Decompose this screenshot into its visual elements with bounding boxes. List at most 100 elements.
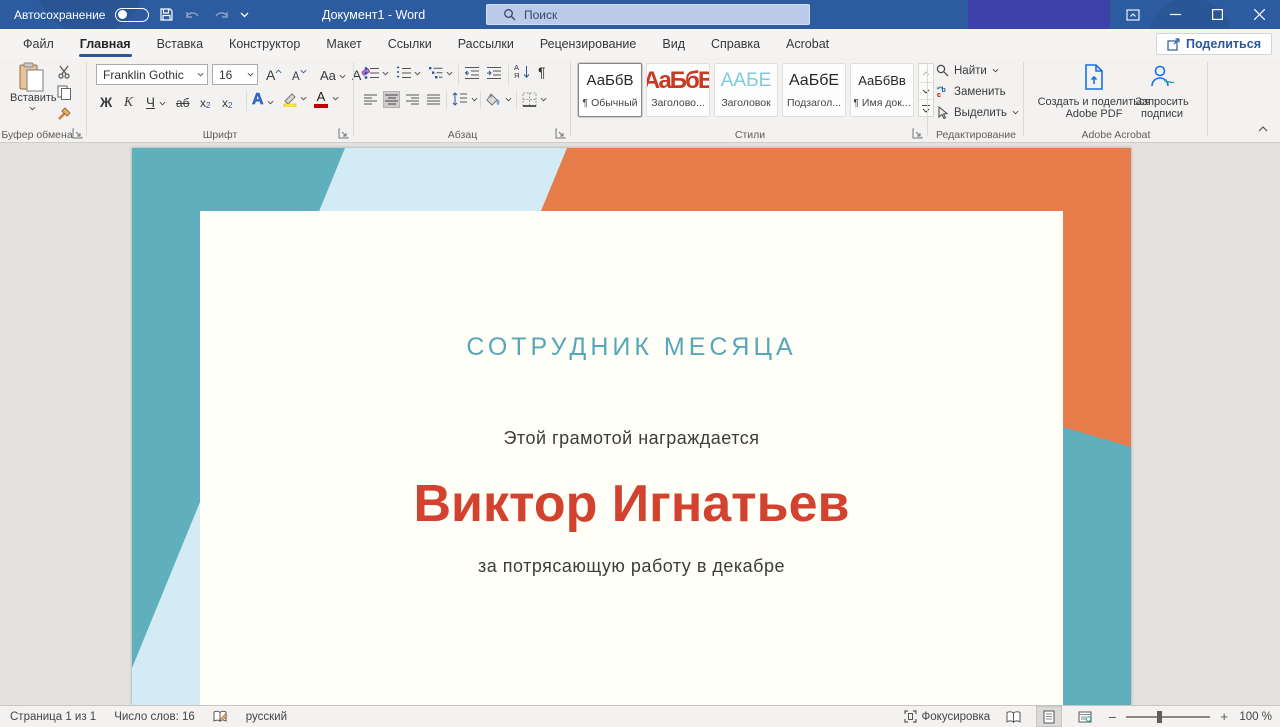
bullet-list-button[interactable] xyxy=(364,66,380,80)
format-painter-button[interactable] xyxy=(57,106,73,122)
autosave-toggle[interactable] xyxy=(115,8,149,22)
tab-acrobat[interactable]: Acrobat xyxy=(773,31,842,58)
grow-font-button[interactable]: A xyxy=(266,65,282,83)
zoom-slider[interactable] xyxy=(1126,716,1210,718)
customize-qat-icon[interactable] xyxy=(240,12,249,18)
title-bar: Автосохранение Документ1 - Word Поиск xyxy=(0,0,1280,29)
tab-home[interactable]: Главная xyxy=(67,31,144,58)
minimize-button[interactable] xyxy=(1154,0,1196,29)
superscript-button[interactable]: x2 xyxy=(222,92,232,110)
text-effects-button[interactable]: А xyxy=(252,91,274,109)
align-left-button[interactable] xyxy=(362,91,379,108)
search-icon xyxy=(936,64,949,77)
close-button[interactable] xyxy=(1238,0,1280,29)
tab-file[interactable]: Файл xyxy=(10,31,67,58)
certificate-recipient-name[interactable]: Виктор Игнатьев xyxy=(200,474,1063,534)
find-button[interactable]: Найти xyxy=(936,64,999,77)
zoom-out-button[interactable]: − xyxy=(1108,712,1116,722)
chevron-down-icon[interactable] xyxy=(300,96,307,101)
save-icon[interactable] xyxy=(159,7,174,22)
redo-icon[interactable] xyxy=(212,8,230,22)
search-input[interactable]: Поиск xyxy=(486,4,810,25)
align-right-button[interactable] xyxy=(404,91,421,108)
select-button[interactable]: Выделить xyxy=(936,106,1019,119)
page-indicator[interactable]: Страница 1 из 1 xyxy=(10,711,96,723)
cut-button[interactable] xyxy=(57,64,72,79)
shading-button[interactable] xyxy=(486,92,512,107)
tab-layout[interactable]: Макет xyxy=(313,31,374,58)
chevron-down-icon[interactable] xyxy=(382,71,389,76)
highlight-button[interactable] xyxy=(282,91,298,107)
certificate-reason-line[interactable]: за потрясающую работу в декабре xyxy=(200,556,1063,577)
web-layout-button[interactable] xyxy=(1072,706,1098,727)
style-normal[interactable]: АаБбВ ¶ Обычный xyxy=(578,63,642,117)
word-count[interactable]: Число слов: 16 xyxy=(114,711,195,723)
certificate-awarded-line[interactable]: Этой грамотой награждается xyxy=(200,428,1063,449)
group-label: Шрифт xyxy=(88,129,352,141)
replace-button[interactable]: bc Заменить xyxy=(936,85,1006,98)
tab-design[interactable]: Конструктор xyxy=(216,31,313,58)
style-heading1[interactable]: АаБбВ Заголово... xyxy=(646,63,710,117)
chevron-down-icon[interactable] xyxy=(332,96,339,101)
paragraph-dialog-launcher[interactable] xyxy=(555,128,566,139)
bold-button[interactable]: Ж xyxy=(100,92,112,110)
maximize-button[interactable] xyxy=(1196,0,1238,29)
read-mode-button[interactable] xyxy=(1000,706,1026,727)
show-marks-button[interactable]: ¶ xyxy=(538,64,546,80)
zoom-level[interactable]: 100 % xyxy=(1238,711,1272,723)
tab-mailings[interactable]: Рассылки xyxy=(445,31,527,58)
font-size-combo[interactable]: 16 xyxy=(212,64,258,85)
decrease-indent-button[interactable] xyxy=(464,66,480,80)
document-page[interactable]: СОТРУДНИК МЕСЯЦА Этой грамотой награждае… xyxy=(132,148,1131,705)
line-spacing-button[interactable] xyxy=(452,92,478,106)
increase-indent-button[interactable] xyxy=(486,66,502,80)
autosave-label: Автосохранение xyxy=(14,8,105,22)
collapse-ribbon-button[interactable] xyxy=(1258,126,1268,132)
zoom-in-button[interactable]: + xyxy=(1220,712,1228,722)
justify-button[interactable] xyxy=(425,91,442,108)
style-heading2[interactable]: ААБЕ Заголовок xyxy=(714,63,778,117)
tab-insert[interactable]: Вставка xyxy=(144,31,216,58)
language-indicator[interactable]: русский xyxy=(246,711,287,723)
subscript-button[interactable]: x2 xyxy=(200,92,210,110)
share-button[interactable]: Поделиться xyxy=(1156,33,1272,55)
multilevel-list-button[interactable] xyxy=(428,66,444,80)
tab-help[interactable]: Справка xyxy=(698,31,773,58)
highlighter-icon xyxy=(282,91,298,107)
certificate-title[interactable]: СОТРУДНИК МЕСЯЦА xyxy=(200,333,1063,362)
proofing-status-icon[interactable] xyxy=(213,710,228,723)
undo-icon[interactable] xyxy=(184,8,202,22)
ribbon-display-options-icon[interactable] xyxy=(1112,0,1154,29)
underline-button[interactable]: Ч xyxy=(146,92,166,110)
style-subtitle[interactable]: АаБбЕ Подзагол... xyxy=(782,63,846,117)
shrink-font-button[interactable]: A xyxy=(292,65,307,83)
strikethrough-button[interactable]: аб xyxy=(176,92,190,110)
font-dialog-launcher[interactable] xyxy=(338,128,349,139)
change-case-button[interactable]: Aa xyxy=(320,65,346,83)
font-name-combo[interactable]: Franklin Gothic xyxy=(96,64,208,85)
paste-button[interactable]: Вставить xyxy=(10,62,54,111)
document-area: СОТРУДНИК МЕСЯЦА Этой грамотой награждае… xyxy=(0,143,1280,705)
sort-button[interactable]: АЯ xyxy=(514,64,530,79)
clipboard-dialog-launcher[interactable] xyxy=(72,128,83,139)
borders-button[interactable] xyxy=(522,92,547,107)
chevron-down-icon xyxy=(197,72,204,77)
chevron-down-icon[interactable] xyxy=(446,71,453,76)
styles-dialog-launcher[interactable] xyxy=(912,128,923,139)
focus-mode-button[interactable]: Фокусировка xyxy=(904,710,991,723)
style-docname[interactable]: АаБбВв ¶ Имя док... xyxy=(850,63,914,117)
font-color-button[interactable]: А xyxy=(314,91,328,108)
request-signatures-button[interactable]: Запросить подписи xyxy=(1122,62,1202,120)
print-layout-button[interactable] xyxy=(1036,706,1062,727)
copy-button[interactable] xyxy=(57,85,72,100)
zoom-slider-thumb[interactable] xyxy=(1157,711,1162,723)
italic-button[interactable]: К xyxy=(124,92,133,110)
tab-review[interactable]: Рецензирование xyxy=(527,31,650,58)
chevron-down-icon[interactable] xyxy=(414,71,421,76)
account-area[interactable] xyxy=(968,0,1110,29)
align-center-button[interactable] xyxy=(383,91,400,108)
numbered-list-button[interactable] xyxy=(396,66,412,80)
tab-references[interactable]: Ссылки xyxy=(375,31,445,58)
tab-view[interactable]: Вид xyxy=(649,31,698,58)
group-label: Adobe Acrobat xyxy=(1026,129,1206,141)
